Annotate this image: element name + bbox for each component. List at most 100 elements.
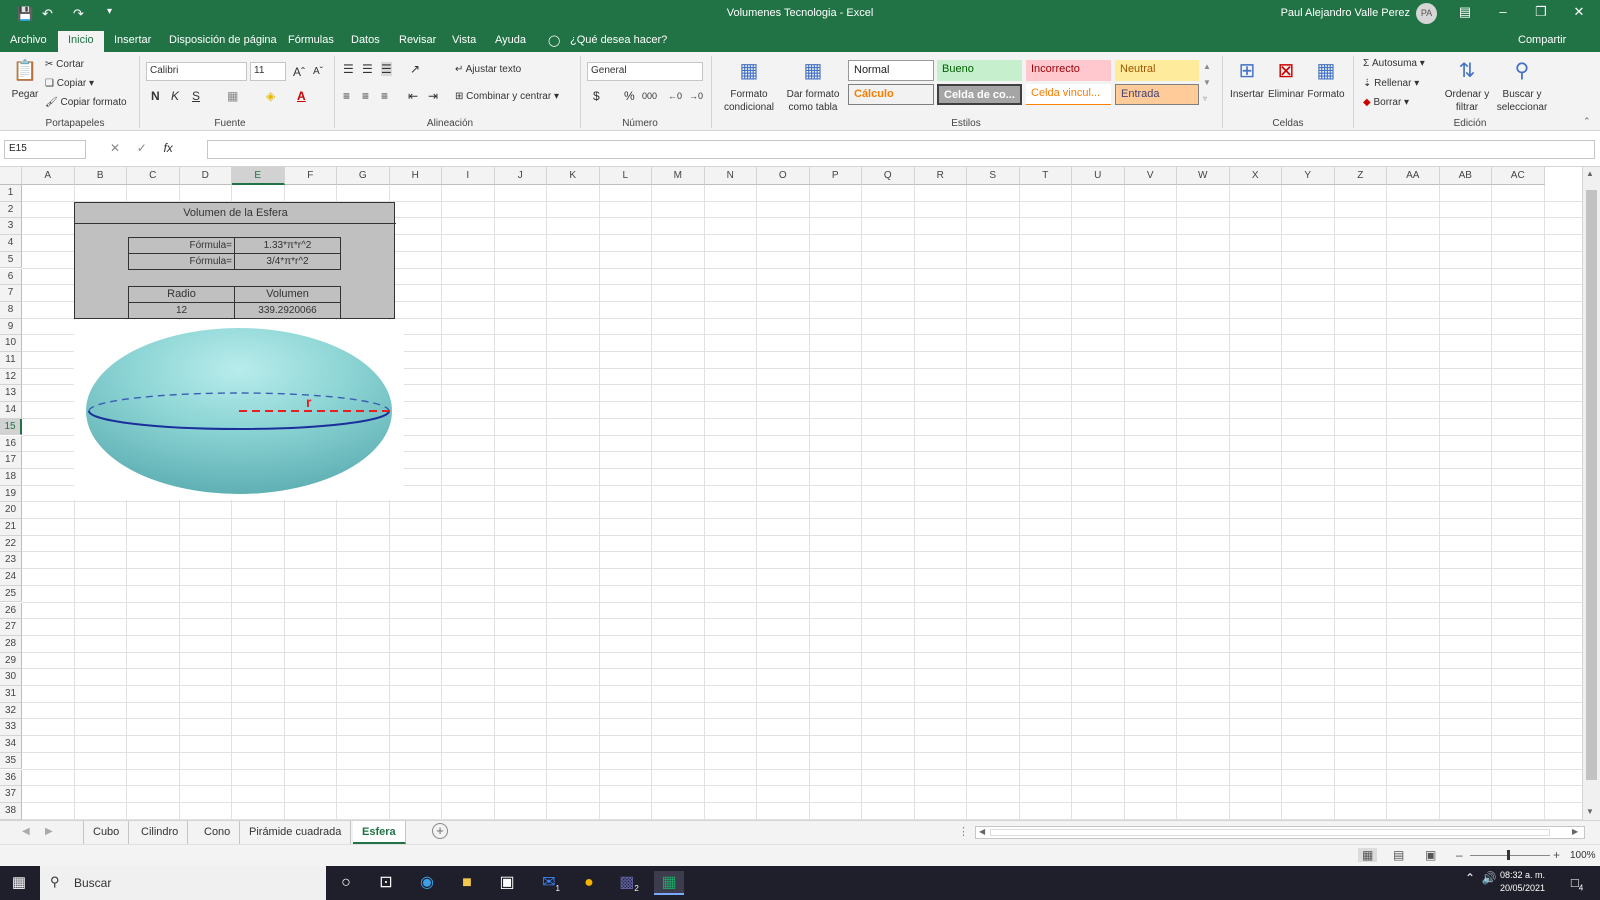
row-header-38[interactable]: 38 [0, 802, 22, 820]
cut-button[interactable]: ✂ Cortar [45, 59, 84, 70]
row-header-15[interactable]: 15 [0, 418, 22, 436]
column-header-t[interactable]: T [1019, 167, 1072, 185]
column-header-o[interactable]: O [757, 167, 810, 185]
tab-disposicion[interactable]: Disposición de página [169, 34, 277, 46]
align-right-icon[interactable]: ≡ [381, 89, 388, 103]
column-header-c[interactable]: C [127, 167, 180, 185]
row-header-9[interactable]: 9 [0, 318, 22, 336]
zoom-level[interactable]: 100% [1570, 850, 1596, 861]
row-header-27[interactable]: 27 [0, 619, 22, 636]
style-calculo[interactable]: Cálculo [848, 84, 934, 105]
scroll-down-icon[interactable]: ▼ [1586, 807, 1594, 816]
tab-formulas[interactable]: Fórmulas [288, 34, 334, 46]
column-header-g[interactable]: G [337, 167, 390, 185]
column-header-s[interactable]: S [967, 167, 1020, 185]
page-layout-icon[interactable]: ▤ [1393, 848, 1404, 862]
mail-icon[interactable]: ✉1 [536, 871, 566, 895]
row-header-34[interactable]: 34 [0, 736, 22, 753]
orientation-icon[interactable]: ↗ [410, 62, 420, 76]
zoom-slider[interactable] [1470, 855, 1550, 856]
column-header-p[interactable]: P [809, 167, 862, 185]
column-header-a[interactable]: A [22, 167, 75, 185]
tab-inicio[interactable]: Inicio [58, 31, 104, 52]
select-all-corner[interactable] [0, 167, 22, 185]
currency-icon[interactable]: $ [593, 89, 600, 103]
insert-cells-button[interactable]: ⊞ Insertar [1228, 58, 1266, 101]
task-view-icon[interactable]: ⊡ [371, 871, 401, 895]
wrap-text-button[interactable]: ↵ Ajustar texto [455, 64, 521, 75]
row-header-14[interactable]: 14 [0, 402, 22, 419]
styles-scroll-down-icon[interactable]: ▼ [1203, 76, 1211, 90]
tab-datos[interactable]: Datos [351, 34, 380, 46]
sheet-tab-piramide[interactable]: Pirámide cuadrada [240, 821, 352, 844]
prev-sheet-icon[interactable]: ◀ [22, 826, 30, 837]
conditional-format-button[interactable]: ▦ Formato condicional [716, 58, 782, 114]
notifications-icon[interactable]: □4 [1562, 871, 1592, 895]
page-break-icon[interactable]: ▣ [1425, 848, 1436, 862]
align-top-icon[interactable]: ☰ [343, 62, 354, 76]
tab-archivo[interactable]: Archivo [10, 34, 47, 46]
column-header-r[interactable]: R [914, 167, 967, 185]
row-header-35[interactable]: 35 [0, 752, 22, 770]
row-header-29[interactable]: 29 [0, 652, 22, 670]
number-format-select[interactable]: General [587, 62, 703, 81]
row-header-36[interactable]: 36 [0, 769, 22, 787]
formula-value-2[interactable]: 3/4*π*r^2 [234, 253, 341, 270]
vertical-scrollbar[interactable]: ▲ ▼ [1582, 167, 1600, 820]
tab-insertar[interactable]: Insertar [114, 34, 151, 46]
styles-scroll-up-icon[interactable]: ▲ [1203, 60, 1211, 74]
column-header-h[interactable]: H [389, 167, 442, 185]
row-header-26[interactable]: 26 [0, 602, 22, 620]
row-header-33[interactable]: 33 [0, 719, 22, 737]
font-color-icon[interactable]: A [297, 89, 306, 103]
column-header-u[interactable]: U [1072, 167, 1125, 185]
row-header-31[interactable]: 31 [0, 686, 22, 703]
close-icon[interactable]: ✕ [1563, 4, 1595, 20]
enter-icon[interactable]: ✓ [137, 141, 147, 155]
minimize-icon[interactable]: – [1487, 4, 1519, 19]
sheet-tab-cono[interactable]: Cono [195, 821, 241, 844]
row-header-21[interactable]: 21 [0, 519, 22, 536]
style-incorrecto[interactable]: Incorrecto [1026, 60, 1111, 81]
sheet-tab-esfera[interactable]: Esfera [353, 821, 406, 844]
format-painter-button[interactable]: 🖌 Copiar formato [45, 97, 127, 108]
align-left-icon[interactable]: ≡ [343, 89, 350, 103]
row-header-7[interactable]: 7 [0, 285, 22, 302]
hscroll-thumb[interactable] [990, 829, 1550, 836]
formula-label-2[interactable]: Fórmula= [128, 253, 235, 270]
tab-ayuda[interactable]: Ayuda [495, 34, 526, 46]
system-tray[interactable]: ⌃ 🔊 [1465, 871, 1497, 885]
formula-value-1[interactable]: 1.33*π*r^2 [234, 237, 341, 254]
underline-button[interactable]: S [192, 89, 200, 103]
zoom-slider-thumb[interactable] [1507, 850, 1510, 860]
increase-indent-icon[interactable]: ⇥ [428, 89, 438, 103]
delete-cells-button[interactable]: ⊠ Eliminar [1266, 58, 1306, 101]
row-header-37[interactable]: 37 [0, 786, 22, 803]
row-header-10[interactable]: 10 [0, 335, 22, 352]
collapse-ribbon-icon[interactable]: ⌃ [1583, 114, 1591, 128]
column-header-ab[interactable]: AB [1439, 167, 1492, 185]
row-header-30[interactable]: 30 [0, 669, 22, 686]
find-select-button[interactable]: ⚲ Buscar y seleccionar [1493, 58, 1551, 114]
row-header-32[interactable]: 32 [0, 702, 22, 720]
align-center-icon[interactable]: ≡ [362, 89, 369, 103]
style-celda-vinculada[interactable]: Celda vincul... [1026, 84, 1111, 105]
bold-button[interactable]: N [151, 89, 160, 103]
column-header-b[interactable]: B [74, 167, 127, 185]
row-header-17[interactable]: 17 [0, 452, 22, 469]
row-header-8[interactable]: 8 [0, 301, 22, 319]
worksheet-grid[interactable]: A B C D E F G H I J K L M N O P Q R S T U V W X Y Z AA AB AC 1234567… [0, 167, 1600, 820]
row-header-4[interactable]: 4 [0, 235, 22, 252]
tell-me-input[interactable]: ¿Qué desea hacer? [570, 34, 667, 46]
column-header-q[interactable]: Q [862, 167, 915, 185]
row-header-1[interactable]: 1 [0, 185, 22, 202]
tab-revisar[interactable]: Revisar [399, 34, 436, 46]
merge-center-button[interactable]: ⊞ Combinar y centrar ▾ [455, 91, 559, 102]
row-header-23[interactable]: 23 [0, 552, 22, 570]
add-sheet-icon[interactable]: + [432, 823, 448, 839]
tab-vista[interactable]: Vista [452, 34, 476, 46]
panel-title[interactable]: Volumen de la Esfera [75, 207, 396, 219]
restore-icon[interactable]: ❐ [1525, 4, 1557, 20]
row-header-18[interactable]: 18 [0, 468, 22, 486]
avatar[interactable]: PA [1416, 3, 1437, 24]
